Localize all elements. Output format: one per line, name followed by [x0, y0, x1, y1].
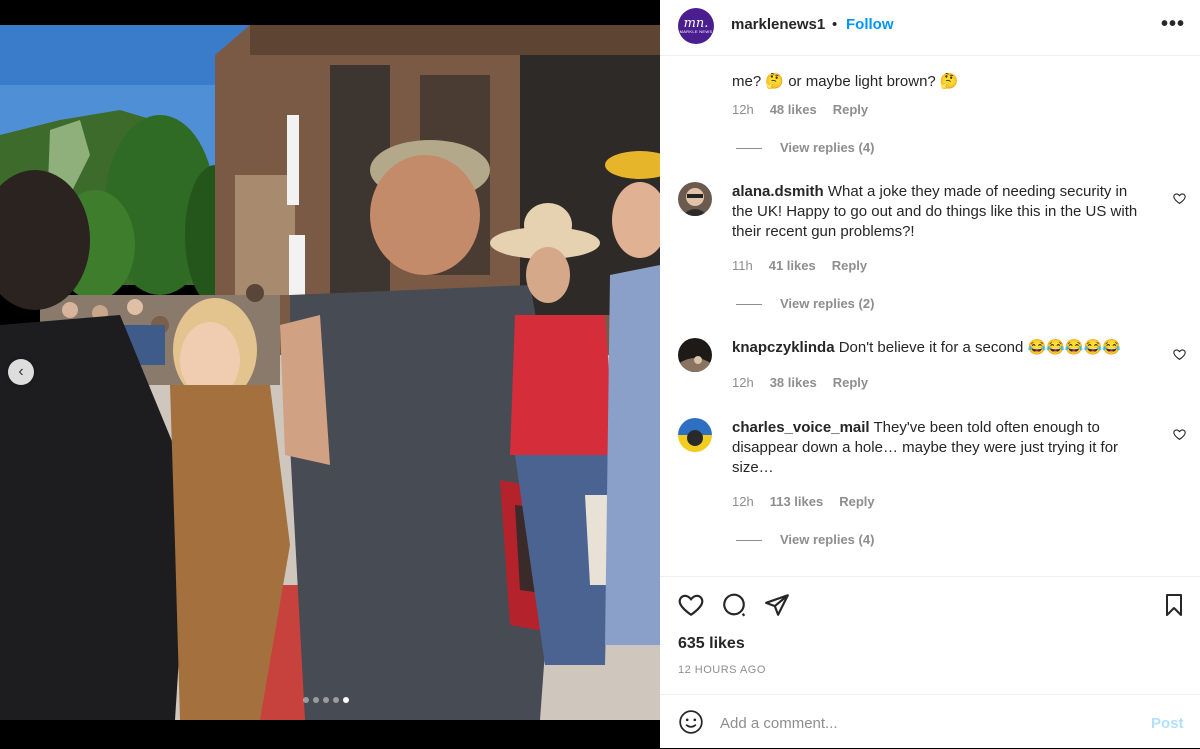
comment-likes[interactable]: 48 likes	[770, 102, 817, 117]
comment-username[interactable]: charles_voice_mail	[732, 419, 870, 436]
replies-divider	[736, 540, 762, 542]
carousel-indicator	[303, 697, 349, 703]
reply-button[interactable]: Reply	[833, 102, 868, 117]
avatar-photo	[678, 182, 712, 216]
crowd-photo	[0, 25, 660, 720]
bookmark-icon[interactable]	[1162, 592, 1186, 618]
comment-avatar[interactable]	[678, 338, 712, 372]
comment-time: 12h	[732, 102, 754, 117]
comment-text: alana.dsmith What a joke they made of ne…	[732, 182, 1152, 242]
view-replies-label: View replies (4)	[780, 532, 875, 547]
view-replies-label: View replies (4)	[780, 140, 875, 155]
post-timestamp[interactable]: 12 HOURS AGO	[678, 664, 766, 676]
comment-username[interactable]: knapczyklinda	[732, 339, 835, 356]
more-options-icon[interactable]: •••	[1161, 13, 1185, 36]
post-comment-button[interactable]: Post	[1151, 715, 1184, 732]
likes-count[interactable]: 635 likes	[678, 635, 745, 653]
heart-icon[interactable]	[1173, 348, 1186, 361]
comment-clipped-line	[732, 56, 1152, 72]
avatar[interactable]: mn. MARKLE NEWS	[678, 8, 714, 44]
comment-body: Don't believe it for a second 😂😂😂😂😂	[838, 339, 1121, 356]
comment-likes[interactable]: 113 likes	[770, 494, 824, 509]
reply-button[interactable]: Reply	[833, 375, 868, 390]
comment-meta: 12h 113 likes Reply	[732, 494, 875, 509]
comment-text-partial: me? 🤔 or maybe light brown? 🤔	[732, 56, 1152, 92]
comment-input[interactable]	[718, 709, 1122, 737]
comment-time: 12h	[732, 375, 754, 390]
heart-icon[interactable]	[1173, 428, 1186, 441]
comment-bubble-icon[interactable]	[721, 592, 747, 618]
chevron-left-icon: ‹	[18, 363, 24, 380]
heart-icon[interactable]	[1173, 192, 1186, 205]
post-media: ‹	[0, 0, 660, 748]
comments-list[interactable]: me? 🤔 or maybe light brown? 🤔 12h 48 lik…	[660, 56, 1200, 576]
carousel-dot	[313, 697, 319, 703]
heart-icon[interactable]	[678, 592, 704, 618]
separator-dot: •	[832, 16, 838, 33]
view-replies-button[interactable]: View replies (4)	[736, 140, 874, 155]
carousel-dot	[333, 697, 339, 703]
carousel-dot	[323, 697, 329, 703]
comment-time: 11h	[732, 258, 753, 273]
comment-likes[interactable]: 38 likes	[770, 375, 817, 390]
comment-text: knapczyklinda Don't believe it for a sec…	[732, 338, 1152, 358]
post-username[interactable]: marklenews1	[731, 16, 825, 33]
comment-avatar[interactable]	[678, 418, 712, 452]
comment-avatar[interactable]	[678, 182, 712, 216]
post-header: mn. MARKLE NEWS marklenews1 • Follow •••	[660, 0, 1200, 56]
follow-button[interactable]: Follow	[846, 16, 894, 33]
post-actions: 635 likes 12 HOURS AGO	[660, 576, 1200, 695]
comment-meta: 12h 48 likes Reply	[732, 102, 868, 117]
carousel-prev-button[interactable]: ‹	[8, 359, 34, 385]
comment-body: me? 🤔 or maybe light brown? 🤔	[732, 73, 959, 90]
replies-divider	[736, 304, 762, 306]
view-replies-label: View replies (2)	[780, 296, 875, 311]
carousel-dot	[303, 697, 309, 703]
paper-plane-icon[interactable]	[764, 592, 790, 618]
reply-button[interactable]: Reply	[839, 494, 874, 509]
comment-text: charles_voice_mail They've been told oft…	[732, 418, 1152, 478]
avatar-photo	[678, 418, 712, 452]
view-replies-button[interactable]: View replies (2)	[736, 296, 874, 311]
post-photo	[0, 25, 660, 720]
comment-meta: 12h 38 likes Reply	[732, 375, 868, 390]
smiley-icon[interactable]	[678, 709, 704, 735]
comment-username[interactable]: alana.dsmith	[732, 183, 824, 200]
replies-divider	[736, 148, 762, 150]
comment-likes[interactable]: 41 likes	[769, 258, 816, 273]
view-replies-button[interactable]: View replies (4)	[736, 532, 874, 547]
comment-time: 12h	[732, 494, 754, 509]
post-panel: mn. MARKLE NEWS marklenews1 • Follow •••…	[660, 0, 1200, 748]
avatar-photo	[678, 338, 712, 372]
reply-button[interactable]: Reply	[832, 258, 867, 273]
carousel-dot-active	[343, 697, 349, 703]
add-comment-bar: Post	[660, 694, 1200, 749]
comment-meta: 11h 41 likes Reply	[732, 258, 867, 273]
avatar-logo-subtext: MARKLE NEWS	[679, 29, 713, 34]
